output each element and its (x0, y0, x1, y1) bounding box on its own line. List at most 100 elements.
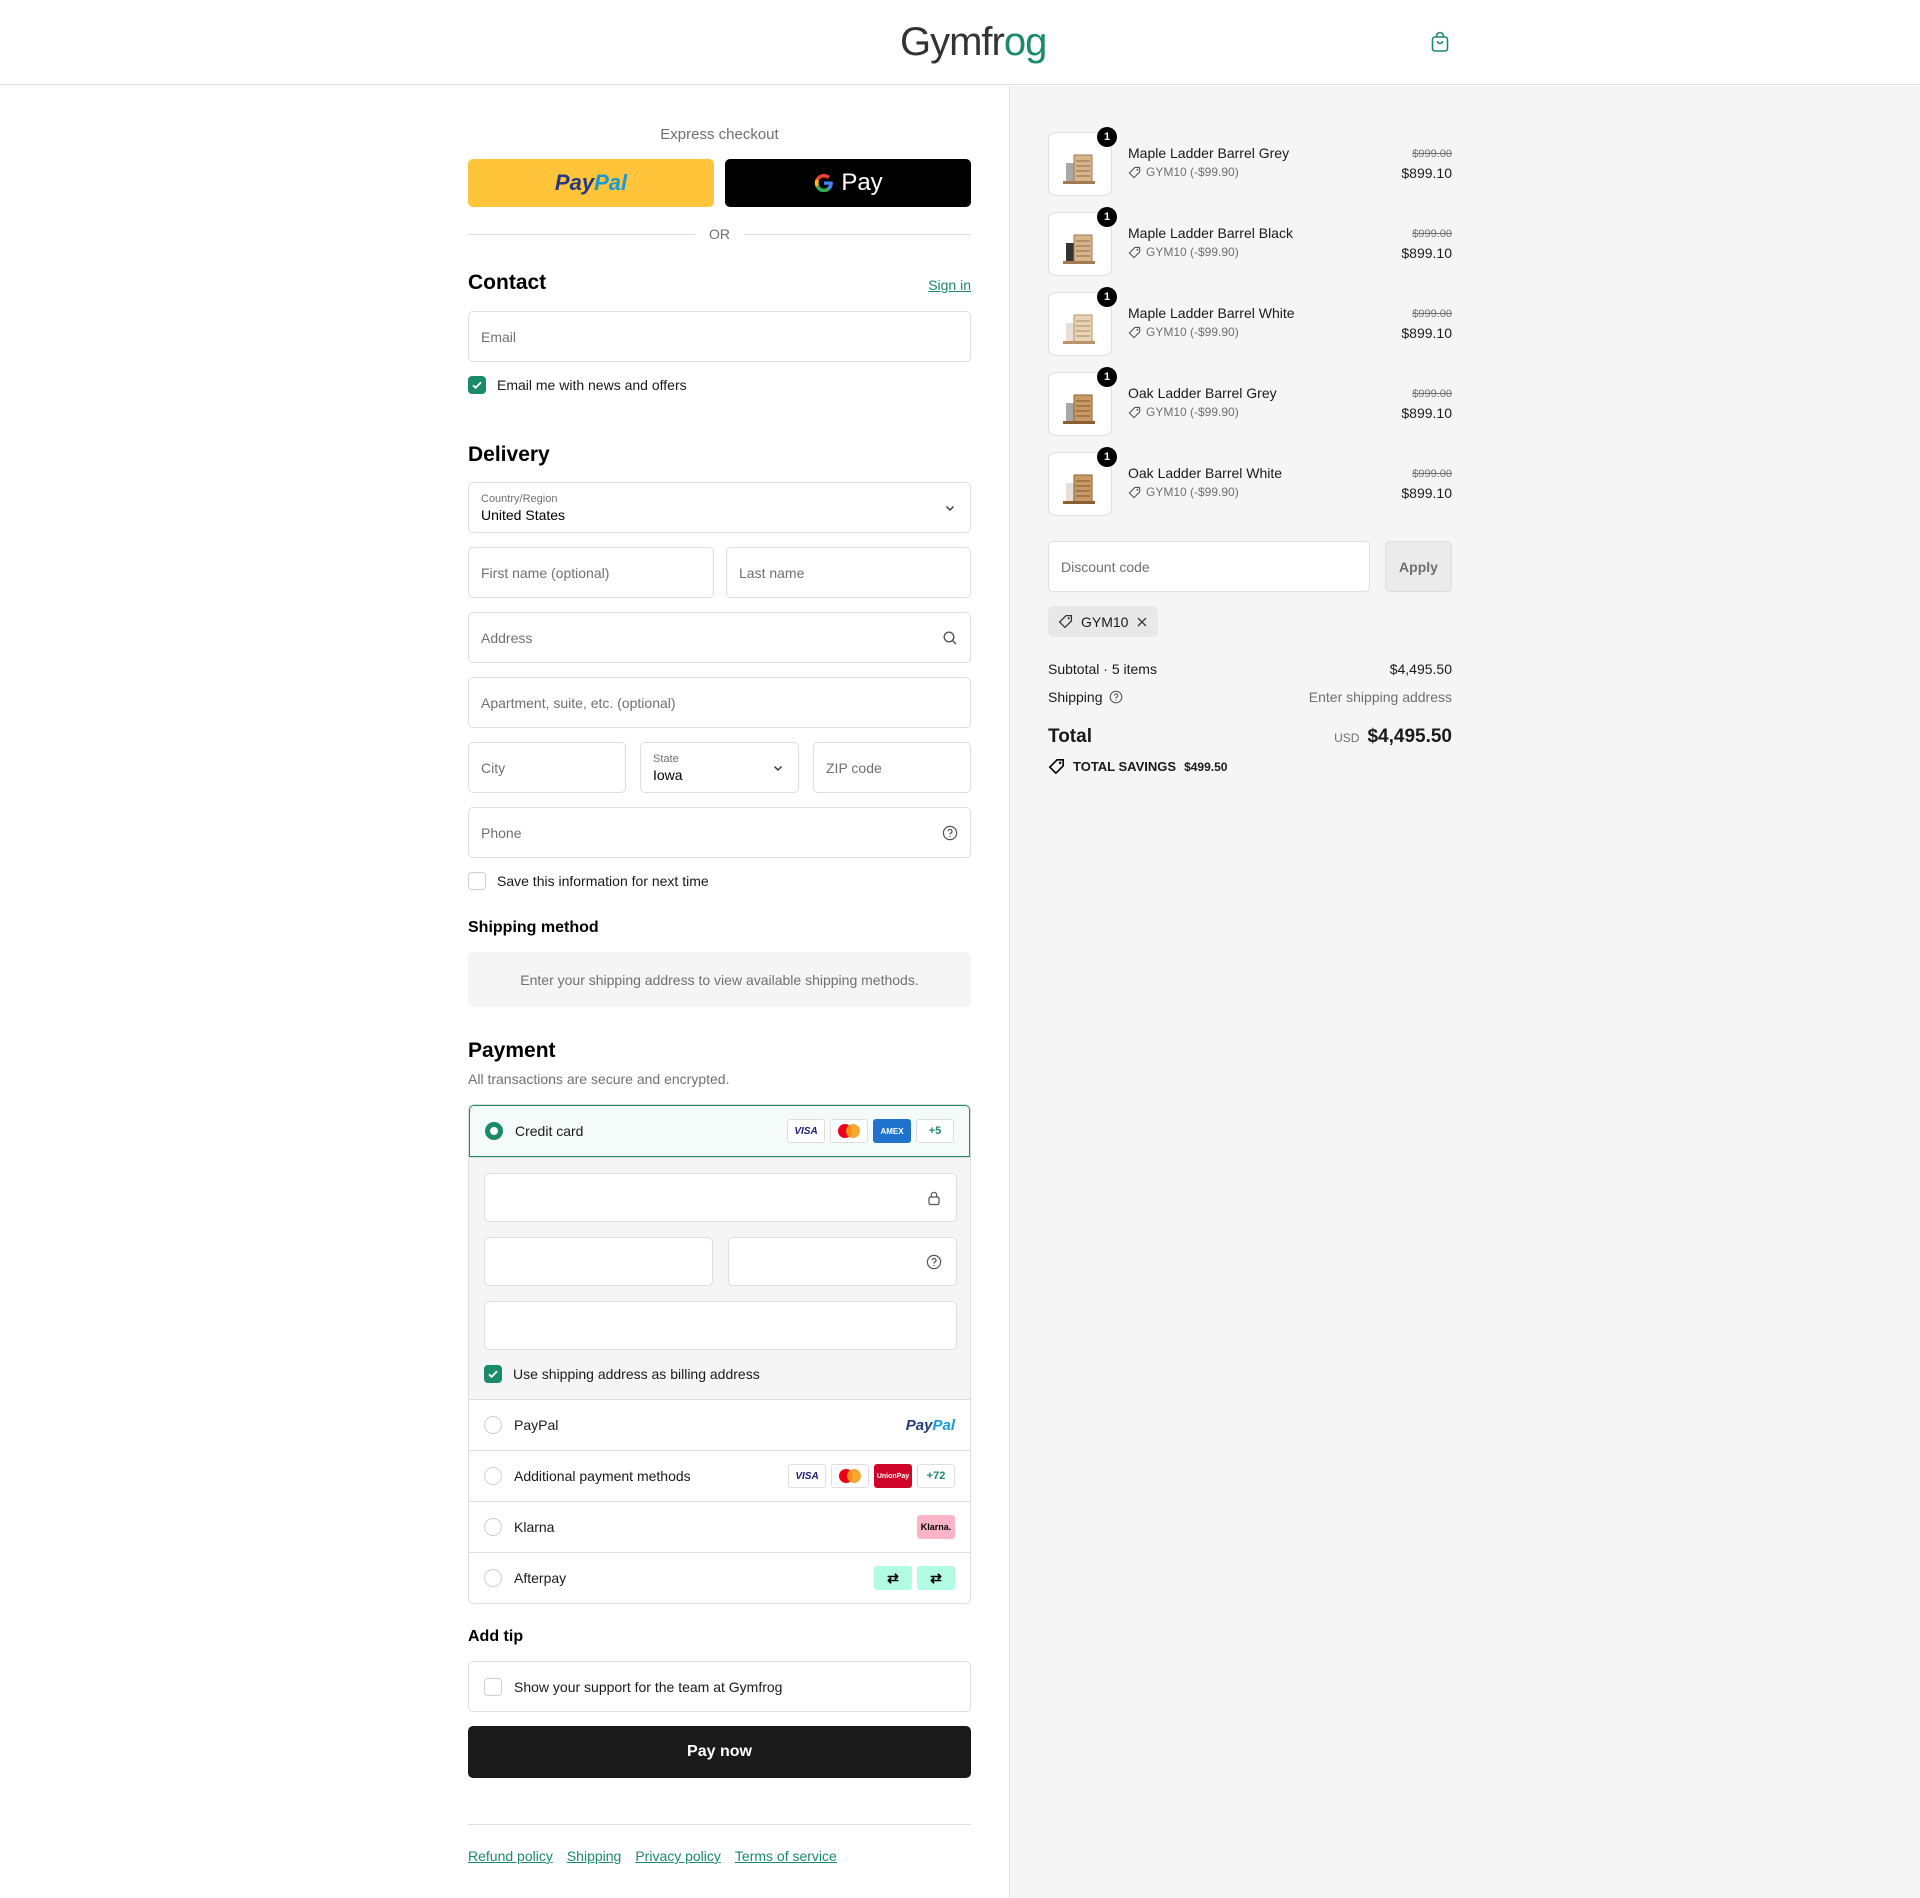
quantity-badge: 1 (1097, 207, 1117, 227)
zip-field[interactable]: ZIP code (813, 742, 971, 793)
discount-code-placeholder: Discount code (1061, 558, 1150, 575)
paypal-logo-icon: PayPal (905, 1416, 955, 1434)
visa-icon: VISA (788, 1464, 826, 1488)
payment-title: Payment (468, 1039, 556, 1062)
newsletter-checkbox-row[interactable]: Email me with news and offers (468, 376, 687, 394)
city-placeholder: City (481, 759, 506, 776)
tag-icon (1128, 486, 1141, 498)
apartment-placeholder: Apartment, suite, etc. (optional) (481, 694, 676, 711)
footer-divider (468, 1824, 971, 1825)
apartment-field[interactable]: Apartment, suite, etc. (optional) (468, 677, 971, 728)
lock-icon (928, 1191, 940, 1206)
item-name: Maple Ladder Barrel White (1128, 305, 1295, 321)
country-select[interactable]: Country/Region United States (468, 482, 971, 533)
item-discount-text: GYM10 (-$99.90) (1146, 405, 1239, 419)
apply-discount-button[interactable]: Apply (1385, 541, 1452, 592)
paypal-express-button[interactable]: Pay Pal (468, 159, 714, 207)
tip-checkbox[interactable] (484, 1677, 502, 1696)
billing-checkbox[interactable] (484, 1365, 502, 1383)
sign-in-link[interactable]: Sign in (928, 277, 971, 293)
amex-icon: AMEX (873, 1119, 911, 1143)
item-original-price: $999.00 (1412, 388, 1452, 400)
terms-of-service-link[interactable]: Terms of service (735, 1848, 837, 1864)
cart-item: 1 Maple Ladder Barrel Black GYM10 (-$99.… (1048, 207, 1452, 276)
gymfrog-logo[interactable]: Gymfr og (900, 17, 1047, 67)
close-icon[interactable] (1136, 616, 1148, 628)
help-circle-icon[interactable] (1109, 690, 1123, 704)
afterpay-logo-icon: ⇄ (874, 1566, 912, 1590)
zip-placeholder: ZIP code (826, 759, 882, 776)
delivery-title: Delivery (468, 443, 550, 466)
shipping-policy-link[interactable]: Shipping (567, 1848, 622, 1864)
check-icon (472, 381, 482, 390)
chevron-down-icon (774, 765, 782, 771)
additional-label: Additional payment methods (514, 1468, 691, 1484)
shipping-method-message: Enter your shipping address to view avai… (468, 952, 971, 1007)
google-pay-button[interactable]: Pay (725, 159, 971, 207)
quantity-badge: 1 (1097, 367, 1117, 387)
credit-card-radio[interactable] (485, 1122, 503, 1140)
tip-checkbox-row[interactable]: Show your support for the team at Gymfro… (468, 1661, 971, 1712)
item-price: $899.10 (1401, 325, 1452, 341)
email-field[interactable]: Email (468, 311, 971, 362)
credit-card-form: Use shipping address as billing address (469, 1157, 970, 1399)
payment-option-klarna[interactable]: Klarna Klarna. (469, 1501, 970, 1552)
expiration-field[interactable] (484, 1237, 713, 1286)
klarna-label: Klarna (514, 1519, 555, 1535)
or-divider: OR (468, 226, 971, 242)
newsletter-checkbox[interactable] (468, 376, 486, 394)
subtotal-value: $4,495.50 (1389, 661, 1452, 677)
state-select[interactable]: State Iowa (640, 742, 799, 793)
city-field[interactable]: City (468, 742, 626, 793)
credit-card-label: Credit card (515, 1123, 584, 1139)
tag-icon (1128, 166, 1141, 178)
save-info-checkbox[interactable] (468, 872, 486, 890)
paypal-radio[interactable] (484, 1416, 502, 1434)
refund-policy-link[interactable]: Refund policy (468, 1848, 553, 1864)
klarna-logo-icon: Klarna. (917, 1515, 955, 1539)
chevron-down-icon (946, 505, 954, 511)
security-code-field[interactable] (728, 1237, 957, 1286)
name-on-card-field[interactable] (484, 1301, 957, 1350)
phone-field[interactable]: Phone (468, 807, 971, 858)
currency-code: USD (1334, 731, 1360, 745)
billing-label: Use shipping address as billing address (513, 1366, 760, 1382)
item-discount-text: GYM10 (-$99.90) (1146, 485, 1239, 499)
product-thumbnail: 1 (1048, 367, 1117, 436)
afterpay-radio[interactable] (484, 1569, 502, 1587)
card-number-field[interactable] (484, 1173, 957, 1222)
item-discount-text: GYM10 (-$99.90) (1146, 165, 1239, 179)
billing-checkbox-row[interactable]: Use shipping address as billing address (484, 1365, 760, 1383)
shipping-method-text: Enter your shipping address to view avai… (520, 971, 919, 988)
check-icon (488, 1370, 498, 1379)
cart-item: 1 Oak Ladder Barrel Grey GYM10 (-$99.90)… (1048, 367, 1452, 436)
payment-option-credit-card[interactable]: Credit card VISA AMEX +5 (469, 1105, 970, 1157)
address-field[interactable]: Address (468, 612, 971, 663)
logo-text-suffix: og (1003, 19, 1047, 64)
last-name-placeholder: Last name (739, 564, 805, 581)
payment-option-additional[interactable]: Additional payment methods VISA UnionPay… (469, 1450, 970, 1501)
product-thumbnail: 1 (1048, 287, 1117, 356)
shopping-bag-icon[interactable] (1428, 30, 1452, 54)
discount-code-input[interactable]: Discount code (1048, 541, 1370, 592)
or-text: OR (709, 226, 730, 242)
pay-now-button[interactable]: Pay now (468, 1726, 971, 1778)
last-name-field[interactable]: Last name (726, 547, 971, 598)
help-circle-icon[interactable] (926, 1254, 942, 1270)
mastercard-icon (831, 1464, 869, 1488)
help-circle-icon[interactable] (942, 825, 958, 841)
applied-discount-chip: GYM10 (1048, 606, 1159, 637)
payment-option-afterpay[interactable]: Afterpay ⇄ ⇄ (469, 1552, 970, 1603)
save-info-checkbox-row[interactable]: Save this information for next time (468, 872, 709, 890)
payment-option-paypal[interactable]: PayPal PayPal (469, 1399, 970, 1450)
privacy-policy-link[interactable]: Privacy policy (635, 1848, 721, 1864)
cart-item: 1 Maple Ladder Barrel Grey GYM10 (-$99.9… (1048, 127, 1452, 196)
product-thumbnail: 1 (1048, 207, 1117, 276)
paypal-text-pay: Pay (554, 170, 595, 195)
klarna-radio[interactable] (484, 1518, 502, 1536)
total-savings-label: TOTAL SAVINGS (1073, 759, 1177, 774)
afterpay-logo-icon: ⇄ (917, 1566, 955, 1590)
additional-radio[interactable] (484, 1467, 502, 1485)
first-name-field[interactable]: First name (optional) (468, 547, 714, 598)
google-pay-label: Pay (841, 169, 883, 196)
